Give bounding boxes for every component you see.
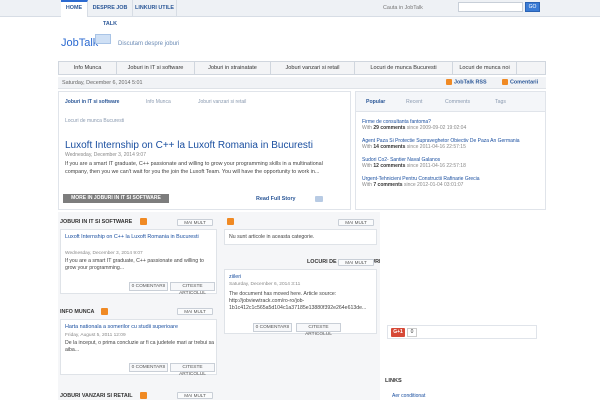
comments-button[interactable]: 0 COMENTARII (129, 282, 168, 291)
box-title-it[interactable]: JOBURI IN IT SI SOFTWARE (60, 219, 132, 225)
sidebar (380, 212, 546, 400)
nav-linkuri[interactable]: LINKURI UTILE (133, 0, 177, 17)
cat-bucuresti[interactable]: Locuri de munca Bucuresti (355, 62, 453, 74)
popular-item: Firme de consultanta fantoma? With 29 co… (362, 119, 467, 131)
google-plus-count: 0 (407, 328, 417, 337)
featured-tab-info[interactable]: Info Munca (146, 99, 171, 105)
empty-category-message: Nu sunt articole in aceasta categorie. (229, 234, 315, 240)
google-plus-button[interactable]: G+1 (391, 328, 405, 337)
search-label: Cauta in JobTalk (383, 5, 423, 11)
social-share-box: G+1 0 (387, 325, 537, 339)
site-tagline: Discutam despre joburi (118, 41, 180, 47)
tab-tags[interactable]: Tags (495, 99, 506, 105)
current-date: Saturday, December 6, 2014 5:01 (62, 80, 143, 86)
featured-tab-it[interactable]: Joburi in IT si software (65, 99, 119, 105)
post-date: Wednesday, December 3, 2014 9:07 (65, 251, 143, 256)
post-excerpt: If you are a smart IT graduate, C++ pass… (65, 258, 204, 271)
featured-more-button[interactable]: MORE IN JOBURI IN IT SI SOFTWARE (63, 194, 169, 203)
rss-icon[interactable] (227, 218, 234, 225)
featured-date: Wednesday, December 3, 2014 9:07 (65, 152, 146, 158)
mai-mult-button[interactable]: MAI MULT (177, 392, 213, 399)
post-card: ziileri Saturday, December 6, 2014 3:11 … (224, 269, 377, 337)
post-excerpt: De la inceput, o prima concluzie ar fi c… (65, 340, 215, 353)
rss-icon[interactable] (140, 392, 147, 399)
tab-recent[interactable]: Recent (406, 99, 422, 105)
rss-icon (446, 79, 452, 85)
tab-comments[interactable]: Comments (445, 99, 470, 105)
popular-item: Agent Paza Si Protectie Supraveghetor Ob… (362, 138, 520, 150)
mai-mult-button[interactable]: MAI MULT (177, 219, 213, 226)
search-input[interactable] (458, 2, 523, 12)
post-card: Luxoft Internship on C++ la Luxoft Roman… (60, 229, 217, 296)
rss-icon[interactable] (101, 308, 108, 315)
comment-icon[interactable] (315, 196, 323, 202)
post-card: Harta nationala a somerilor cu studii su… (60, 319, 217, 377)
cat-strainatate[interactable]: Joburi in strainatate (195, 62, 271, 74)
popular-item: Urgent-Tehnicieni Pentru Constructii Raf… (362, 176, 480, 188)
cat-vanzari[interactable]: Joburi vanzari si retail (271, 62, 355, 74)
links-title: LINKS (385, 378, 402, 384)
cat-it-software[interactable]: Joburi in IT si software (117, 62, 195, 74)
rss-comments-link[interactable]: Comentarii (502, 79, 538, 85)
date-bar: Saturday, December 6, 2014 5:01 JobTalk … (58, 77, 546, 89)
mai-mult-button[interactable]: MAI MULT (338, 219, 374, 226)
top-navigation: HOME DESPRE JOB TALK LINKURI UTILE Cauta… (0, 0, 600, 27)
search-button[interactable]: GO (525, 2, 540, 12)
popular-tabs: Popular Recent Comments Tags (356, 92, 545, 112)
site-logo[interactable]: JobTalk (61, 37, 98, 49)
tab-popular[interactable]: Popular (366, 99, 385, 105)
post-title[interactable]: Harta nationala a somerilor cu studii su… (65, 324, 215, 331)
featured-tab-bucuresti[interactable]: Locuri de munca Bucuresti (65, 118, 124, 124)
post-excerpt: The document has moved here. Article sou… (229, 291, 367, 311)
read-article-button[interactable]: CITESTE ARTICOLUL (170, 282, 215, 296)
post-date: Friday, August 5, 2011 12:09 (65, 333, 126, 338)
featured-tab-vanzari[interactable]: Joburi vanzari si retail (198, 99, 246, 105)
featured-title[interactable]: Luxoft Internship on C++ la Luxoft Roman… (65, 140, 313, 151)
post-date: Saturday, December 6, 2014 3:11 (229, 282, 301, 287)
cat-noi[interactable]: Locuri de munca noi (453, 62, 517, 74)
empty-category-box: Nu sunt articole in aceasta categorie. (224, 229, 377, 245)
popular-panel: Popular Recent Comments Tags Firme de co… (355, 91, 546, 210)
comments-button[interactable]: 0 COMENTARII (129, 363, 168, 372)
rss-jobtalk-link[interactable]: JobTalk RSS (446, 79, 487, 85)
rss-icon[interactable] (140, 218, 147, 225)
box-title-info[interactable]: INFO MUNCA (60, 309, 94, 315)
post-title[interactable]: ziileri (229, 274, 375, 281)
mai-mult-button[interactable]: MAI MULT (338, 259, 374, 266)
comments-button[interactable]: 0 COMENTARII (253, 323, 292, 332)
read-article-button[interactable]: CITESTE ARTICOLUL (296, 323, 341, 337)
rss-icon (502, 79, 508, 85)
post-title[interactable]: Luxoft Internship on C++ la Luxoft Roman… (65, 234, 215, 241)
read-full-story-link[interactable]: Read Full Story (256, 196, 296, 202)
category-navigation: Info Munca Joburi in IT si software Jobu… (58, 61, 546, 75)
logo-speech-bubble-icon (95, 34, 111, 44)
nav-despre[interactable]: DESPRE JOB TALK (88, 0, 133, 27)
featured-excerpt: If you are a smart IT graduate, C++ pass… (65, 161, 323, 175)
mai-mult-button[interactable]: MAI MULT (177, 308, 213, 315)
nav-home[interactable]: HOME (61, 0, 88, 17)
cat-info-munca[interactable]: Info Munca (59, 62, 117, 74)
popular-item: Sudori Co2- Santier Naval Galanos With 1… (362, 157, 466, 169)
read-article-button[interactable]: CITESTE ARTICOLUL (170, 363, 215, 377)
featured-panel: Joburi in IT si software Info Munca Jobu… (58, 91, 351, 210)
links-item[interactable]: Aer conditionat (392, 393, 425, 399)
box-title-vanzari[interactable]: JOBURI VANZARI SI RETAIL (60, 393, 133, 399)
